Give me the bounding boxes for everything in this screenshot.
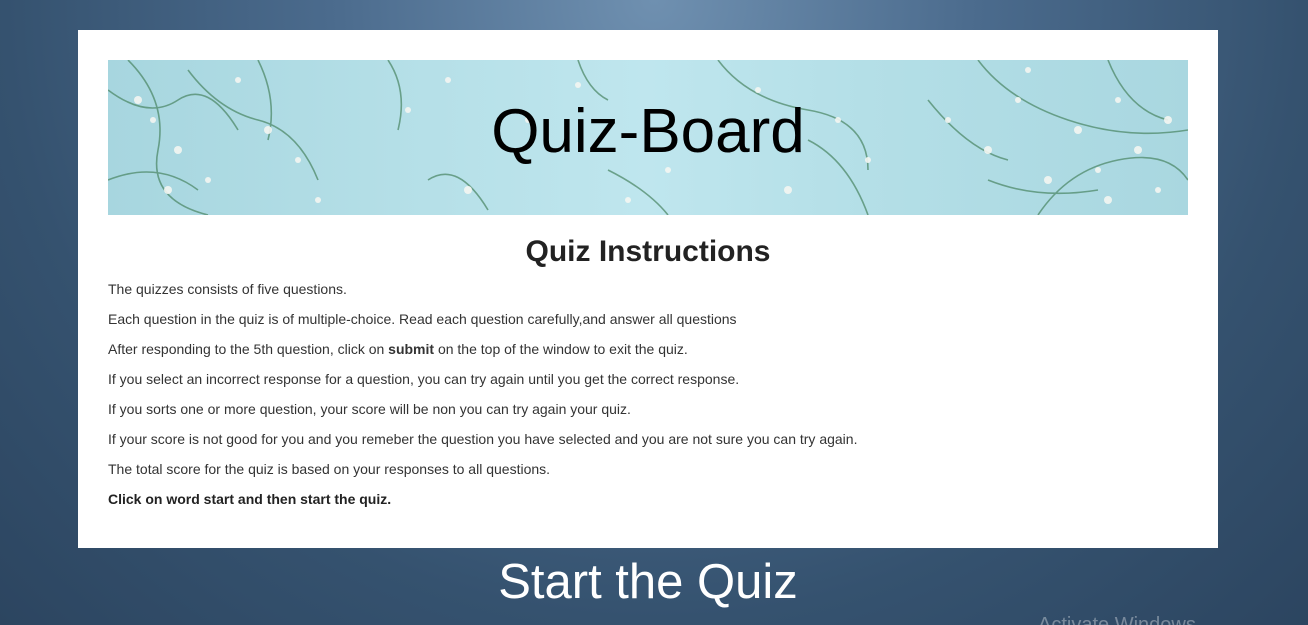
- instruction-item: If you sorts one or more question, your …: [108, 401, 631, 417]
- instruction-item: Each question in the quiz is of multiple…: [108, 311, 737, 327]
- start-quiz-link[interactable]: Start the Quiz: [0, 552, 1296, 612]
- instruction-text: on the top of the window to exit the qui…: [434, 341, 688, 357]
- instruction-text: After responding to the 5th question, cl…: [108, 341, 389, 357]
- instruction-item: The quizzes consists of five questions.: [108, 281, 347, 297]
- activate-windows-watermark: Activate Windows: [1038, 614, 1196, 625]
- instruction-item-submit: After responding to the 5th question, cl…: [108, 339, 1188, 369]
- instructions-list: The quizzes consists of five questions. …: [108, 279, 1188, 519]
- instruction-item-start-hint: Click on word start and then start the q…: [108, 491, 392, 507]
- site-title: Quiz-Board: [491, 97, 805, 166]
- instruction-item: The total score for the quiz is based on…: [108, 461, 551, 477]
- instructions-card: Quiz-Board Quiz Instructions The quizzes…: [78, 30, 1218, 548]
- submit-keyword: submit: [388, 341, 435, 357]
- header-banner: Quiz-Board: [108, 60, 1188, 215]
- instruction-item: If your score is not good for you and yo…: [108, 431, 858, 447]
- instruction-item: If you select an incorrect response for …: [108, 371, 740, 387]
- instructions-heading: Quiz Instructions: [525, 235, 771, 268]
